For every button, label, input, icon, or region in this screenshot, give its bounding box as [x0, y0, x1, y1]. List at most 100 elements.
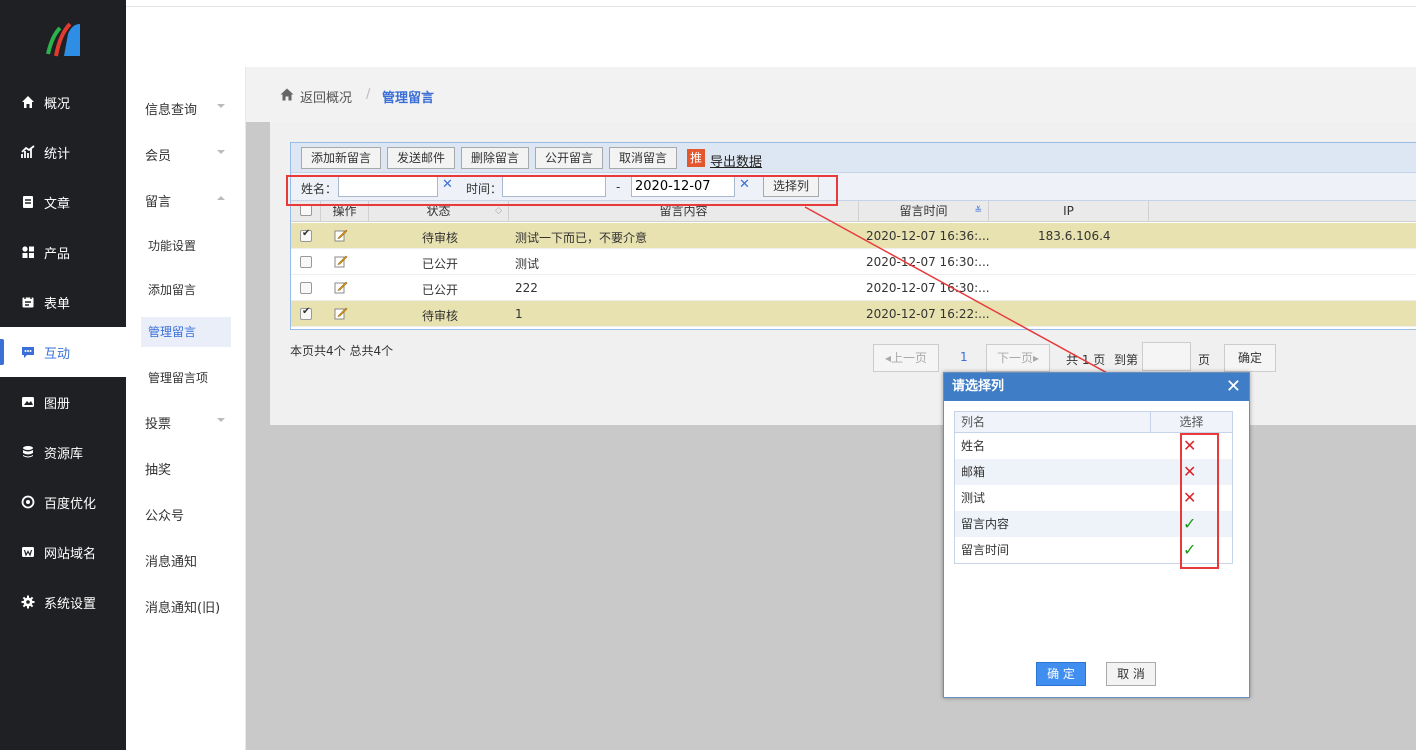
dialog-cancel-button[interactable]: 取 消: [1106, 662, 1156, 686]
total-pages: 共 1 页: [1066, 353, 1106, 367]
chat-icon: [20, 344, 36, 360]
row-checkbox[interactable]: [300, 256, 312, 268]
nav-item-stats[interactable]: 统计: [0, 127, 126, 177]
nav-item-form[interactable]: 表单: [0, 277, 126, 327]
sort-desc-icon: ≚: [974, 206, 982, 216]
next-page-button[interactable]: 下一页▸: [986, 344, 1050, 372]
grid-icon: [20, 244, 36, 260]
nav-label: 百度优化: [44, 496, 97, 512]
row-status: 待审核: [422, 309, 459, 323]
nav-label: 概况: [44, 96, 71, 112]
breadcrumb: 返回概况 / 管理留言: [246, 67, 1416, 122]
table-row[interactable]: 待审核 测试一下而已，不要介意 2020-12-07 16:36:... 183…: [291, 223, 1416, 249]
prev-page-button[interactable]: ◂上一页: [873, 344, 939, 372]
nav-label: 网站域名: [44, 546, 97, 562]
subnav-vote[interactable]: 投票: [145, 413, 245, 432]
nav-item-article[interactable]: 文章: [0, 177, 126, 227]
dialog-title: 请选择列: [952, 379, 1005, 394]
header-time[interactable]: 留言时间 ≚: [859, 201, 989, 221]
subnav-label: 投票: [145, 417, 172, 432]
dialog-header: 请选择列 ✕: [944, 373, 1249, 401]
next-page-label: 下一页: [996, 351, 1033, 365]
nav-item-resources[interactable]: 资源库: [0, 427, 126, 477]
row-time: 2020-12-07 16:30:...: [866, 255, 990, 269]
export-data-link[interactable]: 导出数据: [710, 151, 762, 170]
nav-item-album[interactable]: 图册: [0, 377, 126, 427]
subnav-lottery[interactable]: 抽奖: [145, 459, 245, 478]
nav-label: 系统设置: [44, 596, 97, 612]
nav-label: 统计: [44, 146, 71, 162]
subnav-message-settings[interactable]: 功能设置: [148, 237, 196, 254]
subnav-member[interactable]: 会员: [145, 145, 245, 164]
breadcrumb-current: 管理留言: [382, 91, 435, 106]
table-row[interactable]: 已公开 测试 2020-12-07 16:30:...: [291, 249, 1416, 275]
home-icon: [20, 94, 36, 110]
pager-summary: 本页共4个 总共4个: [290, 344, 394, 358]
subnav-label: 留言: [145, 195, 172, 210]
nav-item-seo[interactable]: 百度优化: [0, 477, 126, 527]
row-status: 待审核: [422, 231, 459, 245]
subnav-notice[interactable]: 消息通知: [145, 551, 245, 570]
chart-icon: [20, 144, 36, 160]
goto-confirm-button[interactable]: 确定: [1224, 344, 1276, 372]
edit-icon[interactable]: [334, 228, 348, 245]
header-ip: IP: [989, 201, 1149, 221]
form-icon: [20, 294, 36, 310]
row-time: 2020-12-07 16:30:...: [866, 281, 990, 295]
grid-toolbar: 添加新留言 发送邮件 删除留言 公开留言 取消留言 推 导出数据: [291, 143, 1416, 173]
export-icon: 推: [687, 149, 705, 167]
album-icon: [20, 394, 36, 410]
edit-icon[interactable]: [334, 280, 348, 297]
nav-item-domain[interactable]: 网站域名: [0, 527, 126, 577]
nav-label: 文章: [44, 196, 71, 212]
edit-icon[interactable]: [334, 254, 348, 271]
add-message-button[interactable]: 添加新留言: [301, 147, 382, 169]
subnav-notice-old[interactable]: 消息通知(旧): [145, 597, 245, 616]
column-list-header-select: 选择: [1151, 412, 1232, 433]
subnav-message-items[interactable]: 管理留言项: [148, 369, 208, 386]
row-checkbox[interactable]: [300, 228, 312, 242]
row-status: 已公开: [422, 257, 459, 271]
subnav-label: 会员: [145, 149, 172, 164]
nav-item-interaction[interactable]: 互动: [0, 327, 126, 377]
nav-item-product[interactable]: 产品: [0, 227, 126, 277]
page-number[interactable]: 1: [960, 350, 968, 364]
nav-label: 产品: [44, 246, 71, 262]
row-content: 测试: [515, 257, 540, 271]
header-time-label: 留言时间: [899, 204, 948, 218]
subnav-message-manage[interactable]: 管理留言: [141, 317, 231, 347]
header-status-label: 状态: [426, 204, 451, 218]
logo[interactable]: [0, 6, 126, 68]
nav-label: 互动: [44, 346, 71, 362]
send-email-button[interactable]: 发送邮件: [387, 147, 456, 169]
table-row[interactable]: 已公开 222 2020-12-07 16:30:...: [291, 275, 1416, 301]
delete-message-button[interactable]: 删除留言: [461, 147, 530, 169]
chevron-down-icon: [217, 104, 225, 108]
highlight-select-column: [1180, 433, 1219, 569]
subnav-message-add[interactable]: 添加留言: [148, 281, 196, 298]
subnav-message[interactable]: 留言: [145, 191, 245, 210]
goto-page-input[interactable]: [1142, 342, 1191, 371]
dialog-ok-button[interactable]: 确 定: [1036, 662, 1086, 686]
column-label: 邮箱: [961, 465, 986, 479]
nav-item-settings[interactable]: 系统设置: [0, 577, 126, 627]
table-row[interactable]: 待审核 1 2020-12-07 16:22:...: [291, 301, 1416, 327]
chevron-down-icon: [217, 150, 225, 154]
home-icon[interactable]: [280, 88, 294, 105]
subnav-wechat[interactable]: 公众号: [145, 505, 245, 524]
row-checkbox[interactable]: [300, 282, 312, 294]
row-time: 2020-12-07 16:36:...: [866, 229, 990, 243]
database-icon: [20, 444, 36, 460]
subnav-info[interactable]: 信息查询: [145, 99, 245, 118]
row-checkbox[interactable]: [300, 306, 312, 320]
breadcrumb-home-link[interactable]: 返回概况: [300, 87, 352, 106]
subnav-label: 信息查询: [145, 103, 198, 118]
edit-icon[interactable]: [334, 306, 348, 323]
close-icon[interactable]: ✕: [1226, 373, 1241, 401]
sub-nav: 信息查询 会员 留言 功能设置 添加留言 管理留言 管理留言项 投票 抽奖 公众…: [126, 67, 246, 750]
publish-message-button[interactable]: 公开留言: [535, 147, 604, 169]
nav-item-overview[interactable]: 概况: [0, 77, 126, 127]
message-grid: 添加新留言 发送邮件 删除留言 公开留言 取消留言 推 导出数据 姓名： ✕ 时…: [290, 142, 1416, 330]
unpublish-message-button[interactable]: 取消留言: [609, 147, 678, 169]
logo-icon: [46, 22, 80, 57]
